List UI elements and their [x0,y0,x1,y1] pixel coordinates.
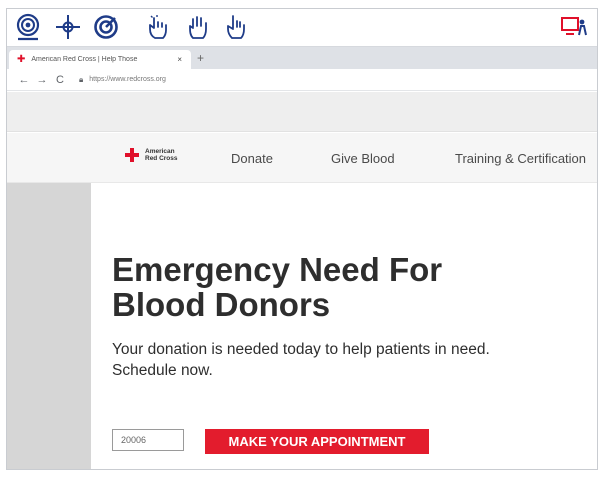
spiral-target-icon[interactable] [91,12,121,42]
hero-subtext: Your donation is needed today to help pa… [112,341,490,379]
hero-section: Emergency Need For Blood Donors Your don… [91,183,597,469]
nav-training-certification[interactable]: Training & Certification [455,151,586,166]
logo-text: American Red Cross [145,148,178,162]
lock-icon: 🔒︎ [79,74,84,84]
nav-give-blood[interactable]: Give Blood [331,151,395,166]
top-banner-band [7,92,597,132]
red-cross-logo[interactable]: American Red Cross [125,148,178,162]
site-navigation: American Red Cross Donate Give Blood Tra… [7,133,597,183]
screen-frame: ✚ American Red Cross | Help Those × + ← … [6,8,598,470]
make-appointment-button[interactable]: MAKE YOUR APPOINTMENT [205,429,429,454]
back-arrow-icon[interactable]: ← [15,74,33,86]
left-shaded-panel [7,183,91,469]
point-hand-icon[interactable] [221,12,251,42]
grab-hand-icon[interactable] [183,12,213,42]
new-tab-icon[interactable]: + [197,51,204,65]
red-cross-favicon-icon: ✚ [17,53,26,65]
zip-code-input[interactable] [112,429,184,451]
url-field[interactable]: https://www.redcross.org [89,76,166,83]
browser-tab-strip: ✚ American Red Cross | Help Those × + [7,47,597,69]
browser-tab[interactable]: ✚ American Red Cross | Help Those × [9,50,191,69]
target-icon[interactable] [13,12,43,42]
red-cross-icon [125,148,139,162]
crosshair-icon[interactable] [53,12,83,42]
tool-bar [7,9,597,47]
forward-arrow-icon[interactable]: → [33,74,51,86]
tap-hand-icon[interactable] [143,12,173,42]
hero-headline: Emergency Need For Blood Donors [112,251,443,323]
tab-title: American Red Cross | Help Those [31,56,138,63]
screen-presenter-icon[interactable] [559,12,589,42]
reload-icon[interactable]: C [51,74,69,86]
address-bar-row: ← → C 🔒︎ https://www.redcross.org [7,69,597,91]
nav-donate[interactable]: Donate [231,151,273,166]
tab-close-icon[interactable]: × [177,55,182,64]
